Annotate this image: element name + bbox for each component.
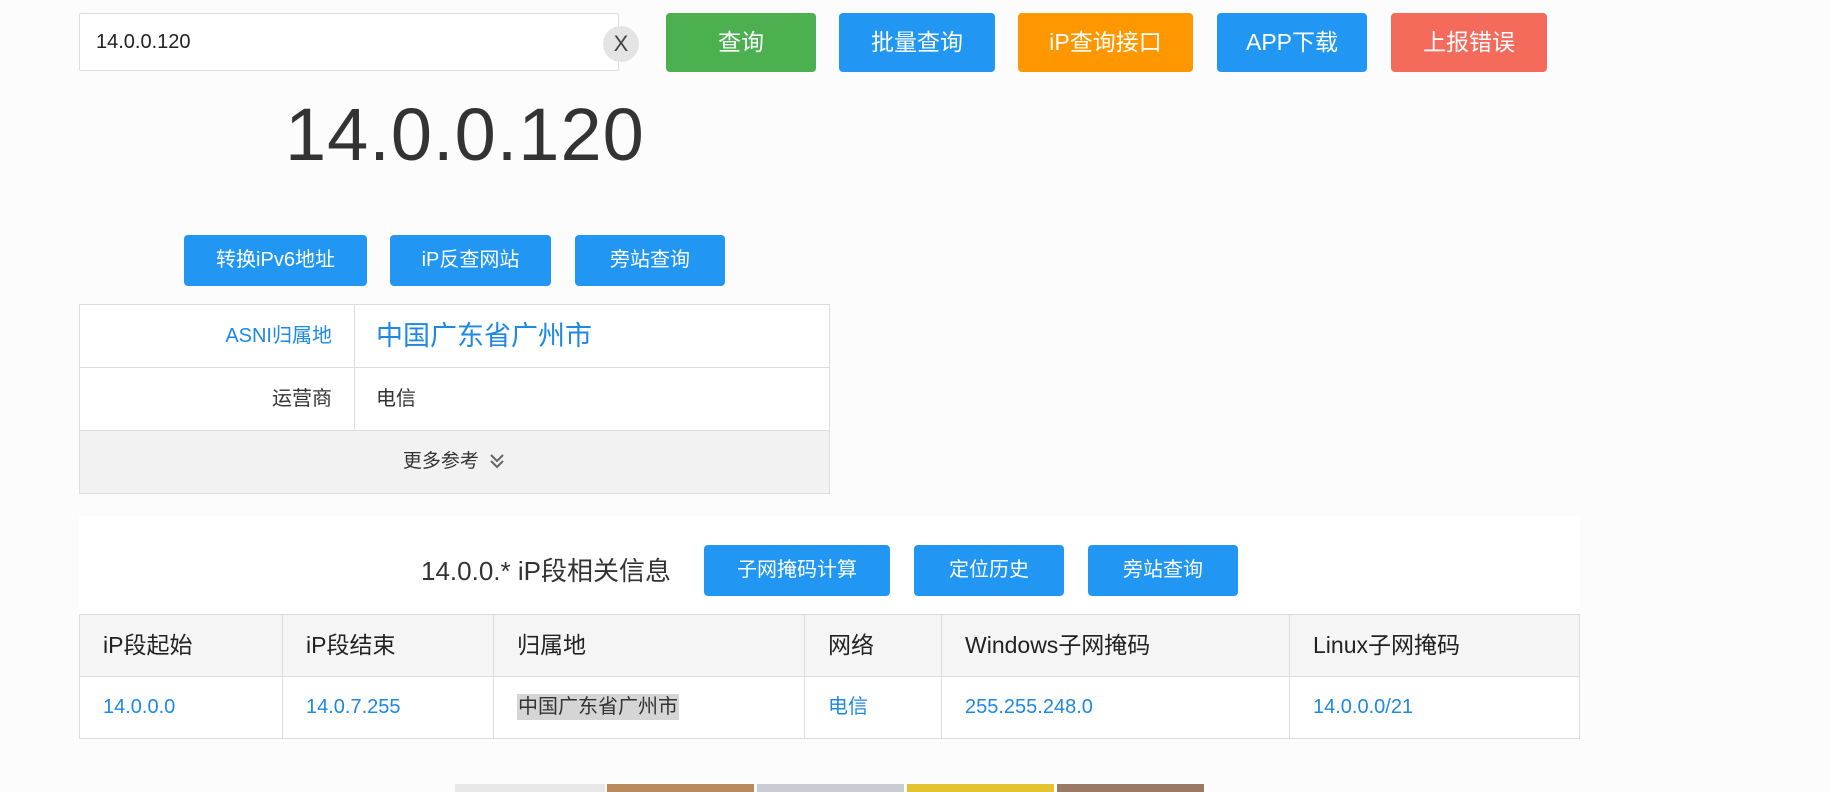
ip-heading: 14.0.0.120 [285,93,645,176]
subnet-calc-button[interactable]: 子网掩码计算 [704,545,890,596]
report-error-button[interactable]: 上报错误 [1391,13,1547,72]
thumbnail-image[interactable] [907,784,1054,792]
more-reference-label: 更多参考 [402,451,479,472]
isp-value: 电信 [376,388,416,410]
asn-row: ASNI归属地 中国广东省广州市 [80,305,829,368]
header-end: iP段结束 [283,615,494,676]
query-button[interactable]: 查询 [666,13,816,72]
search-box: X [79,13,639,71]
more-reference-toggle[interactable]: 更多参考 [80,431,829,493]
cell-start[interactable]: 14.0.0.0 [80,677,283,738]
header-start: iP段起始 [80,615,283,676]
header-windows-mask: Windows子网掩码 [942,615,1290,676]
ip-info-table: ASNI归属地 中国广东省广州市 运营商 电信 更多参考 [79,304,830,494]
convert-ipv6-button[interactable]: 转换iPv6地址 [184,235,367,286]
thumbnail-image[interactable] [455,784,605,792]
location-text: 中国广东省广州市 [517,694,679,720]
location-history-button[interactable]: 定位历史 [914,545,1064,596]
table-row: 14.0.0.0 14.0.7.255 中国广东省广州市 电信 255.255.… [80,677,1579,738]
cell-network[interactable]: 电信 [805,677,942,738]
reverse-lookup-button[interactable]: iP反查网站 [390,235,551,286]
thumbnail-image[interactable] [757,784,904,792]
header-network: 网络 [805,615,942,676]
cell-windows-mask[interactable]: 255.255.248.0 [942,677,1290,738]
clear-button[interactable]: X [603,26,639,62]
segment-table: iP段起始 iP段结束 归属地 网络 Windows子网掩码 Linux子网掩码… [79,614,1580,739]
thumbnail-image[interactable] [607,784,754,792]
segment-table-header: iP段起始 iP段结束 归属地 网络 Windows子网掩码 Linux子网掩码 [80,615,1579,677]
search-input[interactable] [80,14,592,70]
thumbnail-image[interactable] [1057,784,1204,792]
ip-api-button[interactable]: iP查询接口 [1018,13,1193,72]
nearby-sites-button[interactable]: 旁站查询 [575,235,725,286]
asn-value[interactable]: 中国广东省广州市 [376,305,592,367]
isp-row: 运营商 电信 [80,368,829,431]
double-chevron-down-icon [490,454,504,469]
batch-query-button[interactable]: 批量查询 [839,13,995,72]
header-location: 归属地 [494,615,805,676]
cell-end[interactable]: 14.0.7.255 [283,677,494,738]
asn-label: ASNI归属地 [80,305,355,367]
header-linux-mask: Linux子网掩码 [1313,632,1460,658]
segment-nearby-button[interactable]: 旁站查询 [1088,545,1238,596]
cell-location: 中国广东省广州市 [494,677,805,738]
cell-linux-mask[interactable]: 14.0.0.0/21 [1290,677,1579,738]
app-download-button[interactable]: APP下载 [1217,13,1367,72]
isp-label: 运营商 [80,368,355,430]
segment-title: 14.0.0.* iP段相关信息 [421,556,671,586]
